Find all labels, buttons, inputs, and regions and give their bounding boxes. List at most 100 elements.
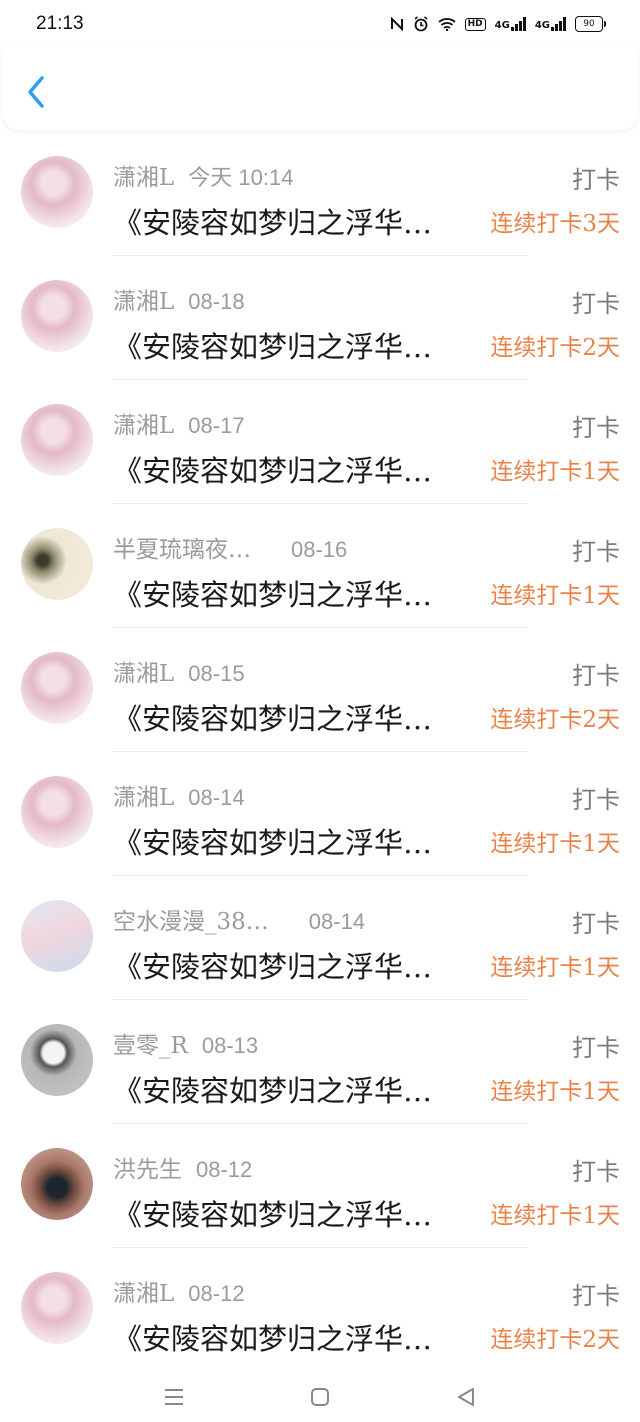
streak-count: 连续打卡3天	[490, 211, 620, 237]
avatar[interactable]	[21, 776, 93, 848]
nfc-icon	[390, 17, 404, 31]
meta-line: 潇湘L 08-17	[113, 406, 245, 440]
hd-badge: HD	[464, 17, 486, 31]
alarm-icon	[413, 16, 429, 32]
list-item[interactable]: 潇湘L 08-12 《安陵容如梦归之浮华… 打卡 连续打卡2天	[0, 1248, 640, 1372]
post-date: 08-14	[308, 909, 366, 934]
system-nav-bar	[0, 1372, 640, 1422]
list-item[interactable]: 洪先生 08-12 《安陵容如梦归之浮华… 打卡 连续打卡1天	[0, 1124, 640, 1248]
avatar[interactable]	[21, 1148, 93, 1220]
checkin-label: 打卡	[572, 538, 620, 566]
wifi-icon	[438, 17, 456, 31]
checkin-label: 打卡	[572, 786, 620, 814]
streak-count: 连续打卡2天	[490, 335, 620, 361]
checkin-label: 打卡	[572, 910, 620, 938]
avatar[interactable]	[21, 280, 93, 352]
user-name[interactable]: 洪先生	[113, 1157, 182, 1183]
list-item[interactable]: 壹零_R 08-13 《安陵容如梦归之浮华… 打卡 连续打卡1天	[0, 1000, 640, 1124]
meta-line: 潇湘L 08-12	[113, 1274, 245, 1308]
menu-button[interactable]	[156, 1379, 192, 1415]
book-title: 《安陵容如梦归之浮华…	[113, 702, 433, 736]
list-item[interactable]: 潇湘L 08-18 《安陵容如梦归之浮华… 打卡 连续打卡2天	[0, 256, 640, 380]
avatar[interactable]	[21, 1024, 93, 1096]
list-item[interactable]: 半夏琉璃夜… 08-16 《安陵容如梦归之浮华… 打卡 连续打卡1天	[0, 504, 640, 628]
nav-back-button[interactable]	[448, 1379, 484, 1415]
meta-line: 壹零_R 08-13	[113, 1026, 258, 1060]
avatar[interactable]	[21, 900, 93, 972]
user-name[interactable]: 潇湘L	[113, 785, 174, 811]
list-item[interactable]: 潇湘L 08-15 《安陵容如梦归之浮华… 打卡 连续打卡2天	[0, 628, 640, 752]
meta-line: 空水漫漫_38… 08-14	[113, 902, 365, 936]
streak-count: 连续打卡1天	[490, 1079, 620, 1105]
battery-level: 90	[575, 16, 603, 32]
post-date: 08-12	[188, 1281, 245, 1306]
checkin-label: 打卡	[572, 662, 620, 690]
post-date: 08-18	[188, 289, 245, 314]
user-name[interactable]: 潇湘L	[113, 661, 174, 687]
network-type-2: 4G	[534, 20, 550, 31]
post-date: 08-13	[201, 1033, 259, 1058]
list-item[interactable]: 空水漫漫_38… 08-14 《安陵容如梦归之浮华… 打卡 连续打卡1天	[0, 876, 640, 1000]
user-name[interactable]: 壹零_R	[113, 1033, 188, 1059]
checkin-label: 打卡	[572, 1034, 620, 1062]
avatar[interactable]	[21, 404, 93, 476]
checkin-label: 打卡	[572, 414, 620, 442]
book-title: 《安陵容如梦归之浮华…	[113, 826, 433, 860]
menu-icon	[165, 1389, 183, 1405]
book-title: 《安陵容如梦归之浮华…	[113, 330, 433, 364]
signal-4g-icon: 4G	[495, 17, 526, 31]
book-title: 《安陵容如梦归之浮华…	[113, 1074, 433, 1108]
list-item[interactable]: 潇湘L 08-14 《安陵容如梦归之浮华… 打卡 连续打卡1天	[0, 752, 640, 876]
meta-line: 潇湘L 今天 10:14	[113, 158, 293, 192]
network-type-1: 4G	[494, 20, 510, 31]
user-name[interactable]: 潇湘L	[113, 1281, 174, 1307]
list-item[interactable]: 潇湘L 今天 10:14 《安陵容如梦归之浮华… 打卡 连续打卡3天	[0, 132, 640, 256]
streak-count: 连续打卡1天	[490, 831, 620, 857]
battery-icon: 90	[575, 16, 606, 32]
status-bar: 21:13 HD 4G 4G 90	[0, 0, 640, 48]
streak-count: 连续打卡1天	[490, 1203, 620, 1229]
user-name[interactable]: 半夏琉璃夜…	[113, 537, 251, 563]
streak-count: 连续打卡1天	[490, 583, 620, 609]
status-icons: HD 4G 4G 90	[390, 16, 606, 32]
book-title: 《安陵容如梦归之浮华…	[113, 454, 433, 488]
post-date: 08-14	[188, 785, 245, 810]
status-time: 21:13	[36, 13, 84, 34]
meta-line: 洪先生 08-12	[113, 1150, 252, 1184]
back-triangle-icon	[458, 1388, 474, 1406]
home-square-icon	[311, 1388, 329, 1406]
checkin-label: 打卡	[572, 1158, 620, 1186]
book-title: 《安陵容如梦归之浮华…	[113, 950, 433, 984]
checkin-label: 打卡	[572, 1282, 620, 1310]
streak-count: 连续打卡2天	[490, 707, 620, 733]
meta-line: 潇湘L 08-14	[113, 778, 245, 812]
checkin-label: 打卡	[572, 166, 620, 194]
chevron-left-icon	[28, 76, 44, 108]
checkin-label: 打卡	[572, 290, 620, 318]
streak-count: 连续打卡2天	[490, 1327, 620, 1353]
post-date: 08-16	[291, 537, 348, 562]
meta-line: 潇湘L 08-18	[113, 282, 245, 316]
post-date: 今天 10:14	[188, 165, 294, 190]
user-name[interactable]: 空水漫漫_38…	[113, 909, 269, 935]
meta-line: 半夏琉璃夜… 08-16	[113, 530, 347, 564]
user-name[interactable]: 潇湘L	[113, 165, 174, 191]
avatar[interactable]	[21, 156, 93, 228]
user-name[interactable]: 潇湘L	[113, 413, 174, 439]
streak-count: 连续打卡1天	[490, 459, 620, 485]
post-date: 08-17	[188, 413, 245, 438]
list-item[interactable]: 潇湘L 08-17 《安陵容如梦归之浮华… 打卡 连续打卡1天	[0, 380, 640, 504]
avatar[interactable]	[21, 1272, 93, 1344]
home-button[interactable]	[302, 1379, 338, 1415]
book-title: 《安陵容如梦归之浮华…	[113, 578, 433, 612]
avatar[interactable]	[21, 652, 93, 724]
streak-count: 连续打卡1天	[490, 955, 620, 981]
post-date: 08-15	[188, 661, 245, 686]
user-name[interactable]: 潇湘L	[113, 289, 174, 315]
back-button[interactable]	[18, 74, 54, 110]
header-bar	[2, 48, 638, 130]
book-title: 《安陵容如梦归之浮华…	[113, 206, 433, 240]
signal-4g-icon-2: 4G	[535, 17, 566, 31]
avatar[interactable]	[21, 528, 93, 600]
checkin-list: 潇湘L 今天 10:14 《安陵容如梦归之浮华… 打卡 连续打卡3天 潇湘L 08-…	[0, 132, 640, 1372]
